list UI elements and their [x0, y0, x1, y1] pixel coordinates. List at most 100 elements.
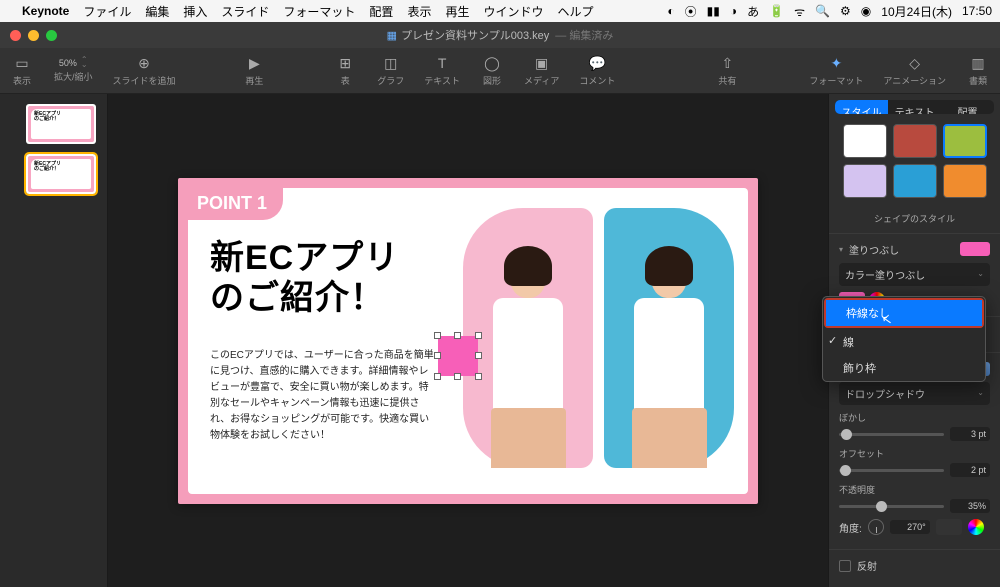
style-swatch[interactable] [893, 164, 937, 198]
shadow-color[interactable] [936, 519, 962, 535]
reflection-label: 反射 [857, 558, 877, 573]
resize-handle[interactable] [454, 332, 461, 339]
color-picker-icon[interactable] [968, 519, 984, 535]
angle-label: 角度: [839, 520, 862, 535]
style-swatch[interactable] [943, 124, 987, 158]
fill-type-select[interactable]: カラー塗りつぶし⌄ [839, 263, 990, 286]
menu-format[interactable]: フォーマット [283, 3, 355, 20]
toolbar: ▭表示 50% ⌃⌄拡大/縮小 ⊕スライドを追加 ▶再生 ⊞表 ◫グラフ Tテキ… [0, 48, 1000, 94]
blur-slider[interactable] [839, 433, 944, 436]
tab-style[interactable]: スタイル [835, 100, 888, 114]
shape-style-label: シェイプのスタイル [829, 208, 1000, 233]
shape-styles [829, 114, 1000, 208]
angle-value[interactable]: 270° [890, 520, 930, 534]
blur-value[interactable]: 3 pt [950, 427, 990, 441]
resize-handle[interactable] [454, 373, 461, 380]
style-swatch[interactable] [893, 124, 937, 158]
disclosure-icon[interactable]: ▾ [839, 245, 843, 254]
photo-left[interactable] [463, 208, 593, 468]
zoom-select[interactable]: 50% ⌃⌄拡大/縮小 [54, 58, 93, 83]
input-icon[interactable]: あ [747, 3, 759, 20]
comment-button[interactable]: 💬コメント [579, 54, 615, 87]
menubar-date[interactable]: 10月24日(木) [881, 3, 952, 20]
headline-text[interactable]: 新ECアプリのご紹介！ [210, 238, 399, 320]
offset-value[interactable]: 2 pt [950, 463, 990, 477]
minimize-window[interactable] [28, 30, 39, 41]
status-icon[interactable]: ▮▮ [707, 4, 720, 18]
tab-arrange[interactable]: 配置 [941, 100, 994, 114]
tab-text[interactable]: テキスト [888, 100, 941, 114]
siri-icon[interactable]: ◉ [861, 4, 871, 18]
wifi-icon[interactable]: ᯤ [794, 3, 805, 20]
slide: POINT 1 新ECアプリのご紹介！ このECアプリでは、ユーザーに合った商品… [178, 178, 758, 504]
status-icon[interactable]: ◑ [730, 4, 737, 18]
style-swatch[interactable] [943, 164, 987, 198]
photo-right[interactable] [604, 208, 734, 468]
reflection-section: 反射 [829, 549, 1000, 587]
document-status: 編集済み [569, 30, 613, 42]
resize-handle[interactable] [434, 352, 441, 359]
status-icon[interactable]: ⦿ [685, 3, 697, 20]
share-button[interactable]: ⇧共有 [715, 54, 739, 87]
view-button[interactable]: ▭表示 [10, 54, 34, 87]
cursor-icon: ↖ [881, 312, 893, 328]
search-icon[interactable]: 🔍 [815, 4, 830, 18]
menu-slide[interactable]: スライド [221, 3, 269, 20]
reflection-checkbox[interactable] [839, 560, 851, 572]
dropdown-item-none[interactable]: 枠線なし [826, 300, 982, 326]
close-window[interactable] [10, 30, 21, 41]
menu-insert[interactable]: 挿入 [183, 3, 207, 20]
menu-edit[interactable]: 編集 [145, 3, 169, 20]
offset-slider[interactable] [839, 469, 944, 472]
chart-button[interactable]: ◫グラフ [377, 54, 404, 87]
dropdown-item-frame[interactable]: 飾り枠 [823, 355, 985, 381]
app-menu[interactable]: Keynote [22, 4, 69, 18]
resize-handle[interactable] [475, 373, 482, 380]
angle-dial[interactable] [868, 519, 884, 535]
add-slide-button[interactable]: ⊕スライドを追加 [113, 54, 176, 87]
blur-label: ぼかし [839, 411, 990, 424]
menu-window[interactable]: ウインドウ [483, 3, 543, 20]
shape-button[interactable]: ◯図形 [480, 54, 504, 87]
slide-thumbnail-2[interactable]: 新ECアプリのご紹介！ [26, 154, 96, 194]
menu-play[interactable]: 再生 [445, 3, 469, 20]
dropdown-item-line[interactable]: ✓線 [823, 329, 985, 355]
document-title[interactable]: プレゼン資料サンプル003.key [401, 27, 549, 43]
fill-preview [960, 242, 990, 256]
opacity-value[interactable]: 35% [950, 499, 990, 513]
status-icon[interactable]: ◐ [667, 4, 674, 18]
menubar-time[interactable]: 17:50 [962, 4, 992, 18]
resize-handle[interactable] [475, 332, 482, 339]
battery-icon[interactable]: 🔋 [769, 4, 784, 18]
opacity-slider[interactable] [839, 505, 944, 508]
document-icon: ▦ [387, 29, 397, 42]
slide-canvas[interactable]: POINT 1 新ECアプリのご紹介！ このECアプリでは、ユーザーに合った商品… [108, 94, 828, 587]
animate-inspector-button[interactable]: ◇アニメーション [883, 54, 946, 87]
format-inspector-button[interactable]: ✦フォーマット [809, 54, 863, 87]
fill-label: 塗りつぶし [849, 242, 899, 257]
menubar: Keynote ファイル 編集 挿入 スライド フォーマット 配置 表示 再生 … [0, 0, 1000, 22]
control-center-icon[interactable]: ⚙ [840, 4, 851, 18]
style-swatch[interactable] [843, 164, 887, 198]
style-swatch[interactable] [843, 124, 887, 158]
resize-handle[interactable] [434, 373, 441, 380]
menu-arrange[interactable]: 配置 [369, 3, 393, 20]
menu-file[interactable]: ファイル [83, 3, 131, 20]
text-button[interactable]: Tテキスト [424, 54, 460, 87]
table-button[interactable]: ⊞表 [333, 54, 357, 87]
resize-handle[interactable] [475, 352, 482, 359]
offset-label: オフセット [839, 447, 990, 460]
resize-handle[interactable] [434, 332, 441, 339]
menu-help[interactable]: ヘルプ [557, 3, 593, 20]
media-button[interactable]: ▣メディア [524, 54, 559, 87]
point-badge[interactable]: POINT 1 [187, 187, 283, 220]
opacity-label: 不透明度 [839, 483, 990, 496]
zoom-window[interactable] [46, 30, 57, 41]
shadow-type-select[interactable]: ドロップシャドウ⌄ [839, 382, 990, 405]
body-text[interactable]: このECアプリでは、ユーザーに合った商品を簡単に見つけ、直感的に購入できます。詳… [210, 348, 435, 444]
play-button[interactable]: ▶再生 [242, 54, 266, 87]
document-inspector-button[interactable]: ▥書類 [966, 54, 990, 87]
menu-view[interactable]: 表示 [407, 3, 431, 20]
slide-thumbnail-1[interactable]: 新ECアプリのご紹介！ [26, 104, 96, 144]
selected-shape[interactable] [438, 336, 478, 376]
